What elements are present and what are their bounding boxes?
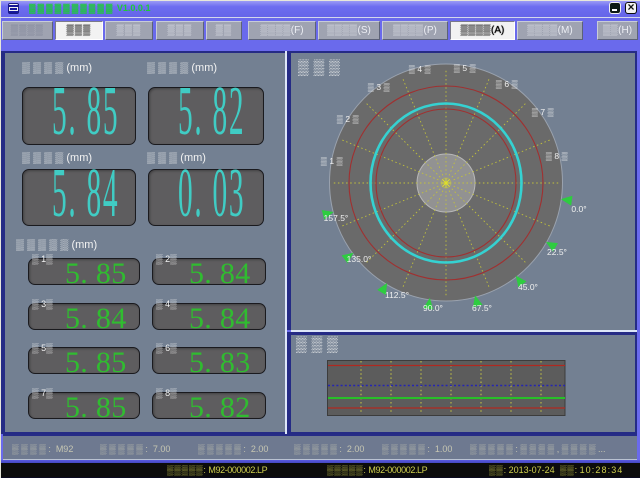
svg-text:▒1▒: ▒1▒ (321, 156, 345, 166)
svg-text:▒7▒: ▒7▒ (532, 107, 556, 117)
svg-text:▒3▒: ▒3▒ (368, 82, 392, 92)
svg-text:▒8▒: ▒8▒ (546, 151, 570, 161)
svg-text:112.5°: 112.5° (385, 290, 409, 300)
svg-text:45.0°: 45.0° (518, 282, 538, 292)
svg-text:135.0°: 135.0° (347, 254, 372, 264)
svg-text:▒6▒: ▒6▒ (496, 79, 520, 89)
svg-text:90.0°: 90.0° (423, 303, 443, 313)
svg-text:0.0°: 0.0° (571, 204, 586, 214)
svg-text:157.5°: 157.5° (324, 213, 349, 223)
svg-text:▒4▒: ▒4▒ (409, 64, 433, 74)
svg-text:▒5▒: ▒5▒ (454, 63, 478, 73)
svg-text:▒2▒: ▒2▒ (337, 114, 361, 124)
svg-text:67.5°: 67.5° (472, 303, 492, 313)
svg-text:22.5°: 22.5° (547, 247, 567, 257)
